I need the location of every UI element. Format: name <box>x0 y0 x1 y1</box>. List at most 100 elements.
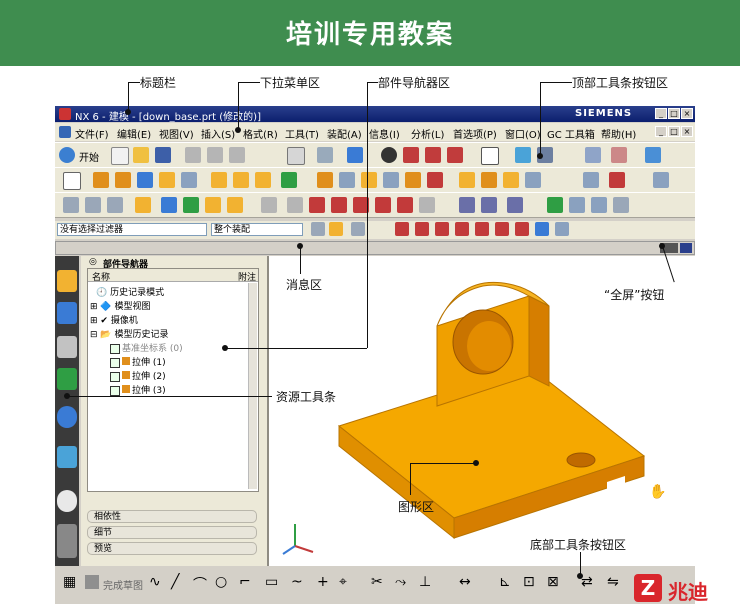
mirror-icon[interactable] <box>503 172 519 188</box>
select-mode-icon[interactable] <box>311 222 325 236</box>
replay-feature-icon[interactable] <box>397 197 413 213</box>
start-button[interactable]: 开始 <box>79 149 99 164</box>
bridge-curve-icon[interactable] <box>205 197 221 213</box>
doc-minimize-button[interactable]: _ <box>655 126 667 137</box>
menu-help[interactable]: 帮助(H) <box>601 126 636 141</box>
subtract-icon[interactable] <box>339 172 355 188</box>
pad-icon[interactable] <box>255 172 271 188</box>
revolve-icon[interactable] <box>115 172 131 188</box>
copy-object-icon[interactable] <box>613 197 629 213</box>
part-navigator-icon[interactable] <box>57 336 77 358</box>
select-face-icon[interactable] <box>351 222 365 236</box>
wcs-icon[interactable] <box>515 147 531 163</box>
edit-feature-icon[interactable] <box>287 197 303 213</box>
menu-window[interactable]: 窗口(O) <box>505 126 541 141</box>
open-folder-icon[interactable] <box>133 147 149 163</box>
project-curve-icon[interactable] <box>161 197 177 213</box>
extrude-icon[interactable] <box>93 172 109 188</box>
join-curve-icon[interactable] <box>227 197 243 213</box>
datum-icon[interactable] <box>281 172 297 188</box>
edge-display-icon[interactable] <box>381 147 397 163</box>
point-icon[interactable]: + <box>317 574 329 590</box>
circle-tool-icon[interactable] <box>107 197 123 213</box>
constraint-navigator-icon[interactable] <box>57 302 77 324</box>
measure-distance-icon[interactable] <box>569 197 585 213</box>
menu-app-icon[interactable] <box>59 126 71 138</box>
pocket-icon[interactable] <box>233 172 249 188</box>
unite-icon[interactable] <box>317 172 333 188</box>
menu-edit[interactable]: 编辑(E) <box>117 126 151 141</box>
material-icon[interactable] <box>481 197 497 213</box>
menu-gc-toolbox[interactable]: GC 工具箱 <box>547 126 595 141</box>
web-browser-icon[interactable] <box>57 406 77 428</box>
assembly-scope-dropdown[interactable]: 整个装配 <box>211 223 303 236</box>
menu-file[interactable]: 文件(F) <box>75 126 109 141</box>
edit-curve-icon[interactable] <box>261 197 277 213</box>
menu-format[interactable]: 格式(R) <box>243 126 278 141</box>
tree-item-model-history[interactable]: ⊟ 📂 模型历史记录 <box>90 327 168 340</box>
tree-item-datum-csys[interactable]: 基准坐标系 (0) <box>110 341 183 354</box>
paste-icon[interactable] <box>229 147 245 163</box>
snap-control-icon[interactable] <box>435 222 449 236</box>
check-icon[interactable] <box>547 197 563 213</box>
quick-extend-icon[interactable]: ⤳ <box>395 574 406 590</box>
cut-icon[interactable] <box>185 147 201 163</box>
boss-icon[interactable] <box>211 172 227 188</box>
auto-constraint-icon[interactable]: ⊡ <box>523 574 535 590</box>
arc-icon[interactable]: ⌒ <box>193 574 207 594</box>
column-link-header[interactable]: 附注 <box>238 270 256 283</box>
clock-icon[interactable] <box>57 490 77 512</box>
parameters-icon[interactable] <box>419 197 435 213</box>
surface-icon[interactable] <box>653 172 669 188</box>
snap-quadrant-icon[interactable] <box>495 222 509 236</box>
snap-existing-icon[interactable] <box>555 222 569 236</box>
line-icon[interactable]: ╱ <box>171 574 179 590</box>
fillet-icon[interactable]: ⌐ <box>239 574 251 590</box>
new-file-icon[interactable] <box>111 147 129 165</box>
tree-item-history-mode[interactable]: 🕘 历史记录模式 <box>96 285 164 298</box>
select-feature-icon[interactable] <box>329 222 343 236</box>
trim-body-icon[interactable] <box>383 172 399 188</box>
synchronous-icon[interactable] <box>583 172 599 188</box>
doc-restore-button[interactable]: □ <box>668 126 680 137</box>
offset-icon[interactable]: ⌖ <box>339 574 347 590</box>
snap-point-icon[interactable] <box>515 222 529 236</box>
tree-item-extrude-3[interactable]: 拉伸 (3) <box>110 383 166 396</box>
snap-tangent-icon[interactable] <box>535 222 549 236</box>
delete-feature-icon[interactable] <box>375 197 391 213</box>
chamfer-icon[interactable] <box>427 172 443 188</box>
snap-intersection-icon[interactable] <box>455 222 469 236</box>
menu-info[interactable]: 信息(I) <box>369 126 400 141</box>
edge-blend-icon[interactable] <box>405 172 421 188</box>
expression-icon[interactable] <box>459 197 475 213</box>
menu-view[interactable]: 视图(V) <box>159 126 194 141</box>
intersect-icon[interactable] <box>361 172 377 188</box>
table-icon[interactable] <box>591 197 607 213</box>
hole-icon[interactable] <box>181 172 197 188</box>
constraint-icon[interactable]: ⊾ <box>499 574 511 590</box>
snap-endpoint-icon[interactable] <box>395 222 409 236</box>
offset-curve-icon[interactable] <box>135 197 151 213</box>
pattern-icon[interactable] <box>525 172 541 188</box>
layer-icon[interactable] <box>447 147 463 163</box>
dependencies-panel[interactable]: 相依性 <box>87 510 257 523</box>
close-button[interactable]: × <box>681 108 693 119</box>
copy-icon[interactable] <box>207 147 223 163</box>
intersection-curve-icon[interactable] <box>183 197 199 213</box>
minimize-button[interactable]: _ <box>655 108 667 119</box>
doc-close-button[interactable]: × <box>681 126 693 137</box>
menu-preferences[interactable]: 首选项(P) <box>453 126 497 141</box>
spline-icon[interactable]: ~ <box>291 574 303 590</box>
render-style-icon[interactable] <box>317 147 333 163</box>
make-corner-icon[interactable]: ⊥ <box>419 574 431 590</box>
history-icon[interactable] <box>57 446 77 468</box>
menu-tools[interactable]: 工具(T) <box>285 126 319 141</box>
menu-assembly[interactable]: 装配(A) <box>327 126 362 141</box>
profile-icon[interactable]: ∿ <box>149 574 161 590</box>
arc-tool-icon[interactable] <box>85 197 101 213</box>
fullscreen-toggle-icon[interactable] <box>680 243 692 253</box>
reuse-library-icon[interactable] <box>57 368 77 390</box>
show-constraints-icon[interactable]: ⊠ <box>547 574 559 590</box>
assembly-navigator-icon[interactable] <box>57 270 77 292</box>
start-icon[interactable] <box>59 147 75 163</box>
